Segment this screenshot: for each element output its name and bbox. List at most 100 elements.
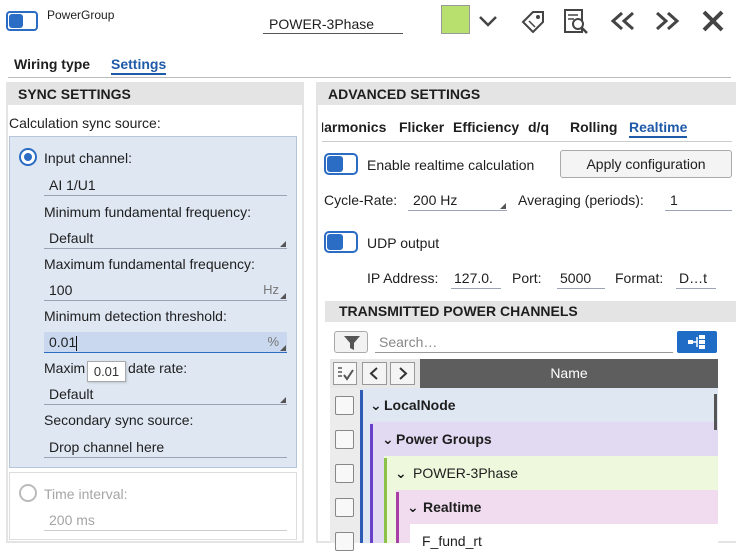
format-label: Format: [615, 270, 664, 286]
checklist-icon [338, 367, 354, 381]
tree-row-realtime[interactable]: ⌄ Realtime [407, 491, 481, 524]
chevron-down-icon: ⌄ [382, 431, 394, 447]
cycle-rate-select[interactable]: 200 Hz [408, 190, 507, 211]
tag-icon[interactable] [518, 7, 548, 35]
min-thresh-input[interactable]: 0.01% [44, 332, 287, 353]
tree-row-power-groups[interactable]: ⌄ Power Groups [382, 423, 492, 456]
report-search-icon[interactable] [561, 7, 591, 35]
min-freq-value: Default [49, 230, 94, 246]
chevron-right-icon [399, 367, 408, 380]
secondary-sync-label: Secondary sync source: [44, 412, 194, 428]
tab-wiring-type[interactable]: Wiring type [14, 56, 90, 72]
input-channel-field[interactable]: AI 1/U1 [44, 175, 287, 196]
tree-row-label: F_fund_rt [422, 533, 482, 549]
tree-line-realtime [396, 492, 399, 543]
update-rate-value: Default [49, 386, 94, 402]
update-rate-label-start: Maxim [44, 360, 86, 376]
tab-rolling[interactable]: Rolling [570, 119, 617, 135]
tab-flicker[interactable]: Flicker [399, 119, 444, 135]
filter-icon [344, 336, 360, 350]
tree-view-button[interactable] [677, 331, 717, 353]
secondary-sync-dropzone[interactable]: Drop channel here [44, 437, 287, 458]
min-thresh-value: 0.01 [49, 334, 77, 350]
dropdown-grip-icon [280, 241, 286, 247]
tab-divider [8, 77, 731, 78]
update-rate-label-end: date rate: [128, 360, 188, 376]
time-interval-radio[interactable] [19, 484, 37, 502]
tree-row-power-3phase[interactable]: ⌄ POWER-3Phase [395, 457, 518, 490]
next-double-icon[interactable] [652, 7, 682, 35]
udp-output-label: UDP output [367, 235, 440, 251]
name-column-header[interactable]: Name [420, 359, 718, 388]
tree-line-localnode [360, 390, 363, 543]
apply-configuration-button[interactable]: Apply configuration [560, 150, 732, 178]
transmitted-channels-title: TRANSMITTED POWER CHANNELS [325, 301, 736, 322]
dropdown-grip-icon [280, 397, 286, 403]
group-color-swatch[interactable] [441, 5, 470, 34]
tree-scrollbar[interactable] [714, 394, 717, 430]
tab-realtime[interactable]: Realtime [629, 119, 688, 138]
max-freq-unit: Hz [263, 282, 279, 297]
value-tooltip: 0.01 [87, 361, 126, 382]
input-channel-label: Input channel: [44, 150, 132, 166]
format-select[interactable]: D…t [676, 268, 716, 289]
chevron-down-icon[interactable] [473, 7, 503, 35]
tree-row-label: Realtime [423, 499, 482, 515]
row-checkbox[interactable] [335, 430, 354, 449]
enable-realtime-toggle[interactable] [324, 153, 358, 175]
close-icon[interactable] [698, 7, 728, 35]
tab-harmonics[interactable]: Harmonics [322, 119, 386, 135]
tree-structure-icon [688, 335, 705, 349]
secondary-sync-value: Drop channel here [49, 439, 165, 455]
tree-row-label: Power Groups [396, 431, 492, 447]
input-channel-radio[interactable] [19, 148, 37, 166]
channel-search-input[interactable]: Search… [375, 331, 673, 353]
group-enable-toggle[interactable] [6, 11, 38, 31]
max-freq-input[interactable]: 100 Hz [44, 280, 287, 301]
update-rate-select[interactable]: Default [44, 384, 287, 405]
input-channel-value: AI 1/U1 [49, 177, 96, 193]
udp-output-toggle[interactable] [324, 231, 358, 253]
chevron-down-icon: ⌄ [370, 397, 382, 413]
ip-address-input[interactable]: 127.0. [451, 268, 501, 289]
sync-source-label: Calculation sync source: [9, 115, 161, 131]
time-interval-input[interactable]: 200 ms [44, 510, 287, 531]
filter-button[interactable] [334, 331, 368, 353]
row-checkbox[interactable] [335, 396, 354, 415]
collapse-button[interactable] [362, 362, 387, 385]
row-checkbox[interactable] [335, 464, 354, 483]
format-value: D…t [679, 270, 707, 286]
sync-settings-title: SYNC SETTINGS [8, 84, 302, 105]
expand-button[interactable] [390, 362, 415, 385]
tab-dq[interactable]: d/q [528, 119, 549, 135]
row-checkbox[interactable] [335, 532, 354, 551]
averaging-label: Averaging (periods): [518, 192, 644, 208]
cycle-rate-label: Cycle-Rate: [324, 192, 398, 208]
tree-row-localnode[interactable]: ⌄ LocalNode [370, 389, 456, 422]
averaging-input[interactable]: 1 [665, 190, 732, 211]
max-freq-label: Maximum fundamental frequency: [44, 256, 255, 272]
tree-line-power3phase [384, 458, 387, 543]
tab-settings[interactable]: Settings [111, 56, 167, 75]
tree-row-channel[interactable]: F_fund_rt [422, 525, 482, 558]
advanced-settings-title: ADVANCED SETTINGS [318, 84, 736, 105]
select-all-checkbox[interactable] [333, 362, 357, 385]
dropdown-grip-icon [280, 293, 286, 299]
chevron-down-icon: ⌄ [395, 465, 407, 481]
advanced-tabs: Harmonics Flicker Efficiency d/q Rolling… [322, 112, 734, 142]
group-name-input[interactable]: POWER-3Phase [263, 14, 403, 34]
row-checkbox[interactable] [335, 498, 354, 517]
min-thresh-unit: % [267, 334, 279, 349]
min-freq-select[interactable]: Default [44, 228, 287, 249]
toggle-knob [327, 156, 343, 172]
tab-efficiency[interactable]: Efficiency [453, 119, 519, 135]
port-value: 5000 [560, 270, 592, 286]
ip-address-value: 127.0. [454, 270, 493, 286]
tree-row-label: LocalNode [384, 397, 456, 413]
time-interval-value: 200 ms [49, 512, 95, 528]
cycle-rate-value: 200 Hz [413, 192, 458, 208]
port-input[interactable]: 5000 [557, 268, 605, 289]
previous-double-icon[interactable] [608, 7, 638, 35]
min-freq-label: Minimum fundamental frequency: [44, 204, 251, 220]
chevron-left-icon [369, 367, 378, 380]
